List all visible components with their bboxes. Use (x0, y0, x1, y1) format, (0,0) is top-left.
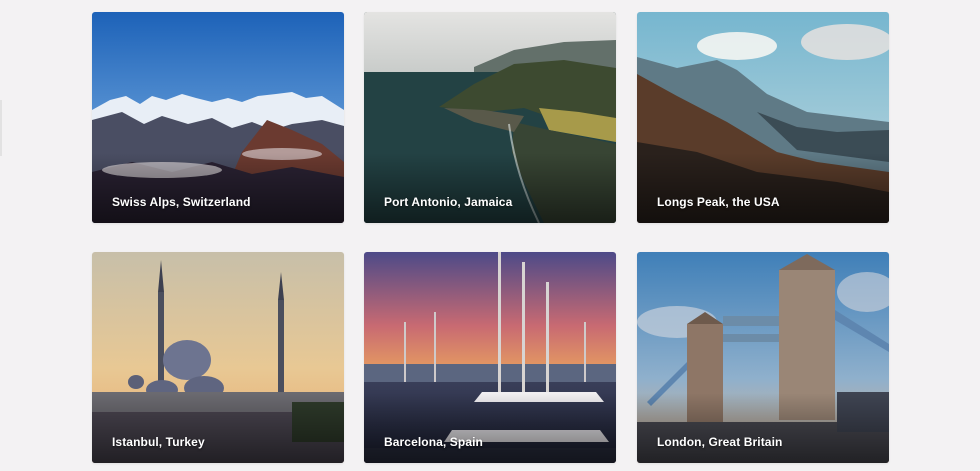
caption-overlay (637, 153, 889, 223)
destination-label: Istanbul, Turkey (112, 435, 205, 449)
destinations-grid: Swiss Alps, Switzerland Port Antonio, Ja… (0, 0, 980, 471)
caption-overlay (637, 393, 889, 463)
caption-overlay (92, 393, 344, 463)
destination-card-swiss-alps[interactable]: Swiss Alps, Switzerland (92, 12, 344, 223)
destination-label: London, Great Britain (657, 435, 783, 449)
caption-overlay (364, 153, 616, 223)
destination-card-barcelona[interactable]: Barcelona, Spain (364, 252, 616, 463)
destination-card-port-antonio[interactable]: Port Antonio, Jamaica (364, 12, 616, 223)
destination-label: Swiss Alps, Switzerland (112, 195, 251, 209)
caption-overlay (92, 153, 344, 223)
caption-overlay (364, 393, 616, 463)
destination-card-london[interactable]: London, Great Britain (637, 252, 889, 463)
destination-label: Barcelona, Spain (384, 435, 483, 449)
destination-card-longs-peak[interactable]: Longs Peak, the USA (637, 12, 889, 223)
destination-card-istanbul[interactable]: Istanbul, Turkey (92, 252, 344, 463)
destination-label: Port Antonio, Jamaica (384, 195, 513, 209)
destination-label: Longs Peak, the USA (657, 195, 780, 209)
